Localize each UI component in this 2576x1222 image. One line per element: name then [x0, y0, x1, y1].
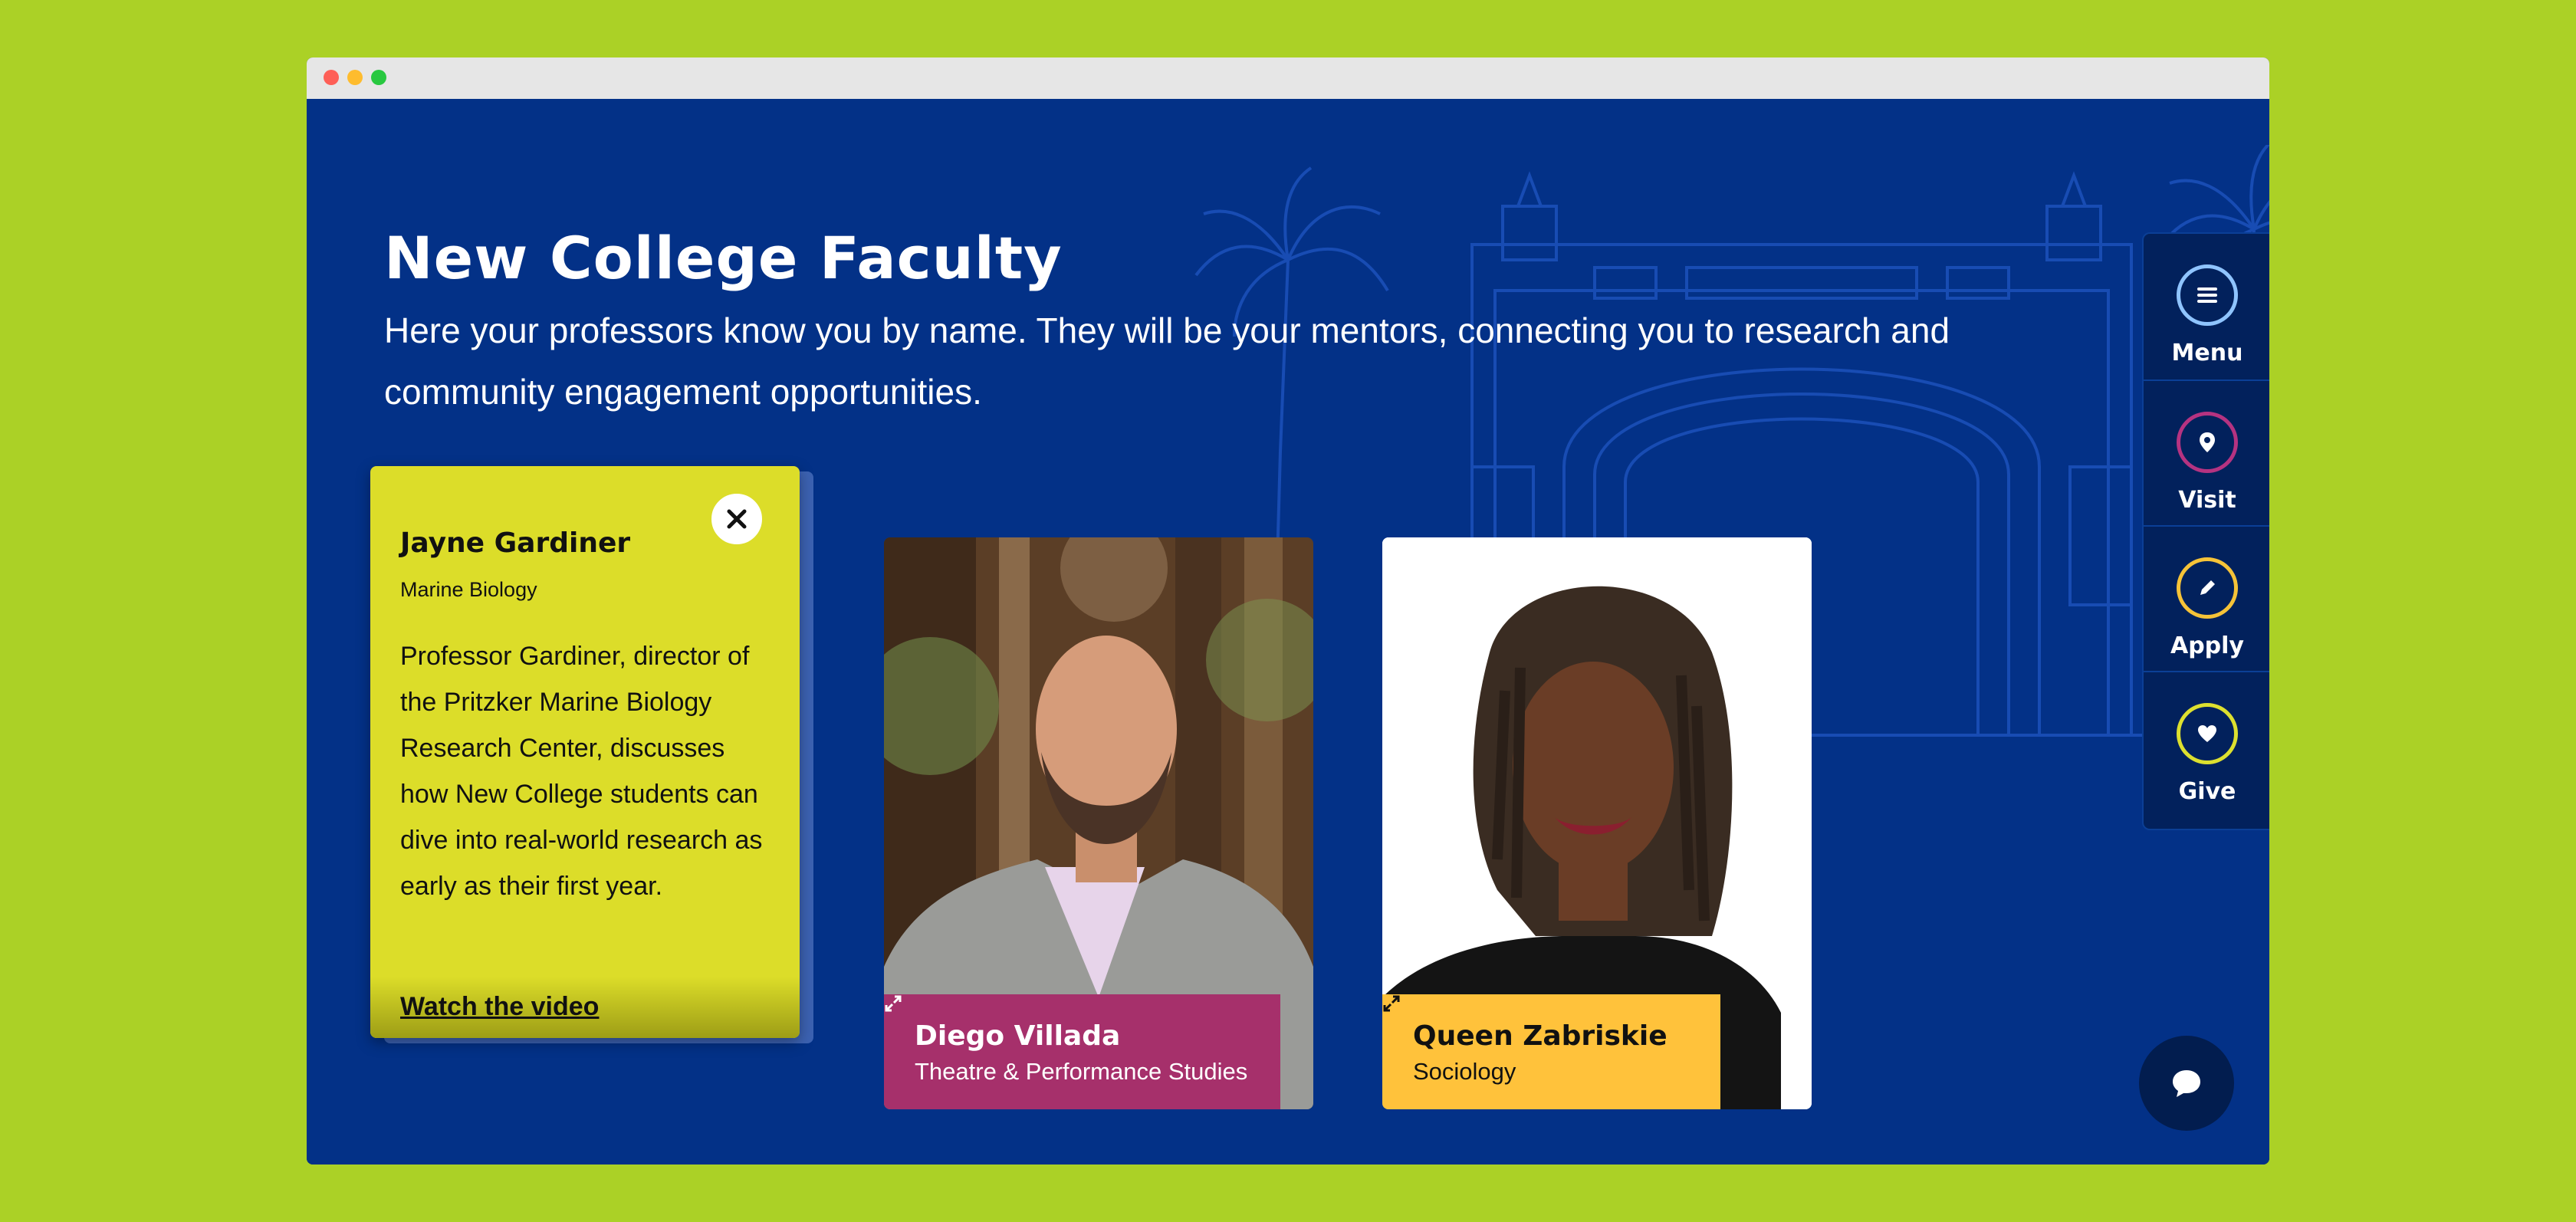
close-window-button[interactable] [324, 70, 339, 85]
side-nav: Menu Visit Apply Give [2142, 232, 2269, 830]
close-icon [727, 509, 747, 529]
nav-give-button[interactable]: Give [2144, 671, 2269, 816]
faculty-department: Sociology [1413, 1058, 1516, 1085]
map-pin-icon [2200, 432, 2215, 452]
maximize-window-button[interactable] [371, 70, 386, 85]
window-titlebar [307, 57, 2269, 99]
browser-window: New College Faculty Here your professors… [307, 57, 2269, 1165]
nav-visit-button[interactable]: Visit [2144, 379, 2269, 525]
faculty-name: Queen Zabriskie [1413, 1020, 1668, 1052]
expand-icon [885, 995, 902, 1012]
menu-icon [2197, 287, 2217, 303]
nav-menu-button[interactable]: Menu [2144, 234, 2269, 379]
expand-icon [1383, 995, 1400, 1012]
watch-video-link[interactable]: Watch the video [400, 992, 599, 1022]
nav-apply-button[interactable]: Apply [2144, 525, 2269, 671]
nav-label: Menu [2171, 340, 2243, 366]
page-title: New College Faculty [384, 224, 1063, 292]
chat-bubble-icon [2173, 1070, 2200, 1097]
minimize-window-button[interactable] [347, 70, 363, 85]
faculty-name: Jayne Gardiner [400, 527, 631, 559]
faculty-label: Queen Zabriskie Sociology [1382, 994, 1720, 1109]
faculty-department: Marine Biology [400, 578, 537, 601]
faculty-card[interactable]: Queen Zabriskie Sociology [1382, 537, 1812, 1109]
page-subtitle: Here your professors know you by name. T… [384, 310, 1950, 412]
faculty-card[interactable]: Diego Villada Theatre & Performance Stud… [884, 537, 1313, 1109]
chat-button[interactable] [2139, 1036, 2234, 1131]
nav-label: Apply [2170, 632, 2244, 659]
faculty-section: New College Faculty Here your professors… [307, 99, 2269, 1165]
pencil-icon [2200, 580, 2215, 595]
nav-label: Visit [2178, 487, 2236, 514]
faculty-department: Theatre & Performance Studies [915, 1058, 1248, 1085]
faculty-bio: Professor Gardiner, director of the Prit… [400, 642, 763, 901]
close-card-button[interactable] [708, 490, 766, 548]
faculty-card-expanded: Jayne Gardiner Marine Biology Professor … [370, 466, 800, 1038]
nav-label: Give [2178, 778, 2236, 805]
faculty-label: Diego Villada Theatre & Performance Stud… [884, 994, 1280, 1109]
heart-icon [2198, 725, 2216, 742]
faculty-name: Diego Villada [915, 1020, 1121, 1052]
